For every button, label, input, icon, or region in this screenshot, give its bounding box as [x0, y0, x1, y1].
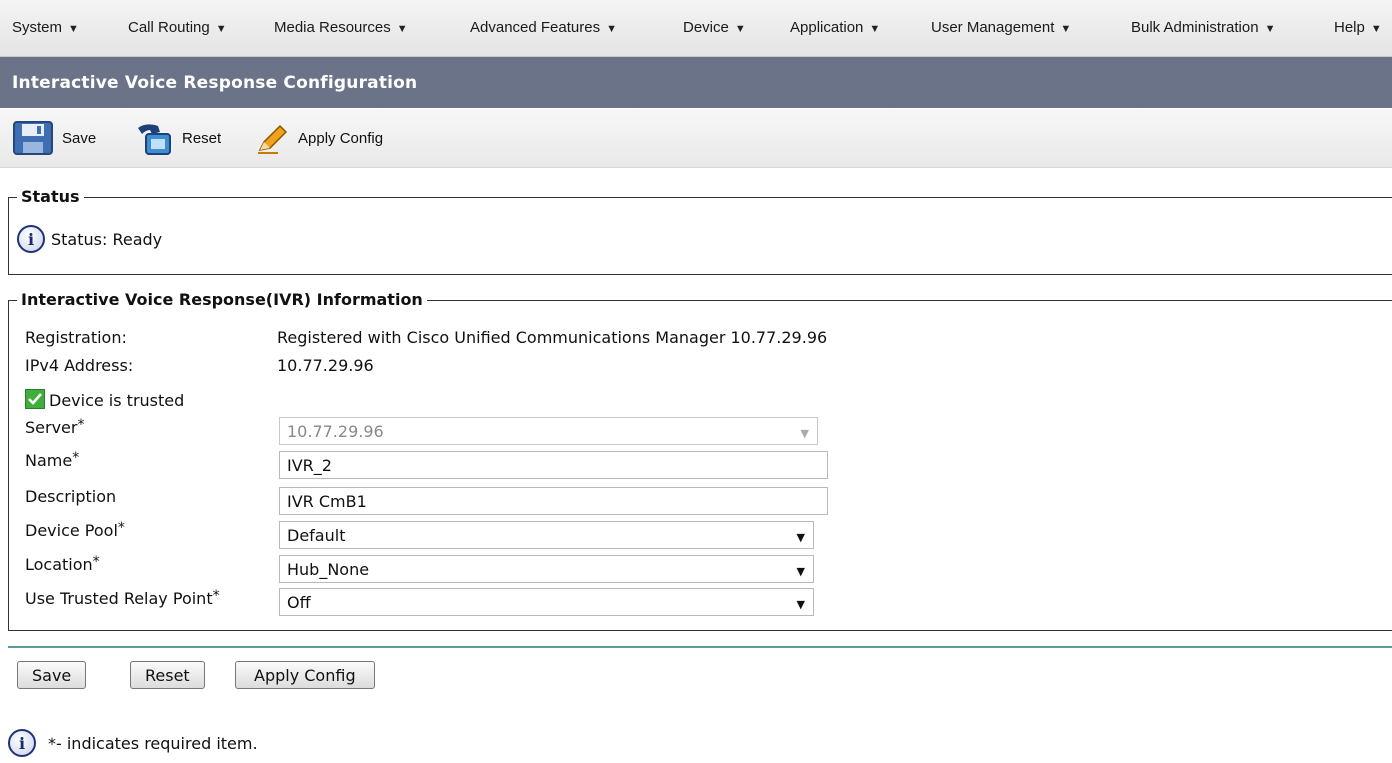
info-icon: i — [17, 225, 45, 253]
device-pool-label-row: Device Pool* — [25, 520, 125, 540]
required-note: i *- indicates required item. — [8, 729, 258, 757]
toolbar-reset-label: Reset — [182, 129, 222, 147]
trusted-relay-point-label-row: Use Trusted Relay Point* — [25, 588, 220, 608]
location-select-value: Hub_None — [287, 559, 370, 579]
trusted-relay-point-select-value: Off — [287, 592, 311, 612]
caret-down-icon: ▼ — [1060, 23, 1072, 35]
description-label: Description — [25, 487, 117, 506]
menu-user-management-label: User Management — [931, 19, 1055, 36]
page-title-bar: Interactive Voice Response Configuration — [0, 57, 1392, 108]
ivr-information-section: Interactive Voice Response(IVR) Informat… — [8, 290, 1392, 631]
ipv4-address-label: IPv4 Address: — [25, 356, 134, 375]
toolbar-save-label: Save — [62, 129, 97, 147]
menu-advanced-features-label: Advanced Features — [470, 19, 601, 36]
name-input-value: IVR_2 — [287, 455, 332, 475]
server-select-value: 10.77.29.96 — [287, 421, 384, 441]
required-marker: * — [72, 450, 80, 466]
toolbar-apply-config-button[interactable]: Apply Config — [256, 120, 383, 156]
checkmark-icon — [25, 389, 45, 409]
reset-button[interactable]: Reset — [130, 661, 205, 689]
required-marker: * — [117, 520, 125, 536]
status-section: Status i Status: Ready — [8, 187, 1392, 275]
ivr-information-legend: Interactive Voice Response(IVR) Informat… — [17, 290, 427, 309]
info-icon: i — [8, 729, 36, 757]
menu-device[interactable]: Device ▼ — [683, 19, 746, 36]
name-label-row: Name* — [25, 450, 79, 470]
required-note-text: *- indicates required item. — [48, 733, 258, 753]
toolbar-reset-button[interactable]: Reset — [132, 120, 221, 156]
required-marker: * — [77, 417, 85, 433]
caret-down-icon: ▼ — [396, 23, 408, 35]
menu-media-resources[interactable]: Media Resources ▼ — [274, 19, 408, 36]
menu-application[interactable]: Application ▼ — [790, 19, 880, 36]
menu-call-routing[interactable]: Call Routing ▼ — [128, 19, 227, 36]
caret-down-icon: ▼ — [68, 23, 79, 35]
name-label: Name — [25, 451, 73, 470]
section-divider — [8, 646, 1392, 648]
menu-system-label: System — [12, 19, 63, 36]
menu-advanced-features[interactable]: Advanced Features ▼ — [470, 19, 617, 36]
caret-down-icon: ▼ — [1370, 23, 1382, 35]
description-input[interactable]: IVR CmB1 — [279, 487, 828, 515]
required-marker: * — [92, 554, 100, 570]
device-pool-select-value: Default — [287, 525, 346, 545]
menu-application-label: Application — [790, 19, 864, 36]
device-pool-select[interactable]: Default ▼ — [279, 521, 814, 549]
caret-down-icon: ▼ — [215, 23, 227, 35]
server-label-row: Server* — [25, 417, 84, 437]
location-label-row: Location* — [25, 554, 100, 574]
menu-call-routing-label: Call Routing — [128, 19, 210, 36]
ipv4-address-value: 10.77.29.96 — [277, 356, 374, 375]
reset-phone-icon — [138, 124, 171, 155]
menu-media-resources-label: Media Resources — [274, 19, 391, 36]
server-select[interactable]: 10.77.29.96 ▼ — [279, 417, 818, 445]
server-label: Server — [25, 418, 78, 437]
status-legend: Status — [17, 187, 84, 206]
menu-bulk-administration[interactable]: Bulk Administration ▼ — [1131, 19, 1275, 36]
chevron-down-icon: ▼ — [796, 598, 805, 611]
location-select[interactable]: Hub_None ▼ — [279, 555, 814, 583]
device-trusted-label: Device is trusted — [49, 391, 185, 410]
menu-bar: System ▼ Call Routing ▼ Media Resources ▼ A… — [0, 0, 1392, 57]
chevron-down-icon: ▼ — [796, 531, 805, 544]
trusted-relay-point-label: Use Trusted Relay Point — [25, 589, 213, 608]
trusted-relay-point-select[interactable]: Off ▼ — [279, 588, 814, 616]
registration-label: Registration: — [25, 328, 127, 347]
status-row: i Status: Ready — [17, 225, 162, 253]
caret-down-icon: ▼ — [869, 23, 881, 35]
required-marker: * — [212, 588, 220, 604]
caret-down-icon: ▼ — [606, 23, 617, 35]
menu-help[interactable]: Help ▼ — [1334, 19, 1382, 36]
menu-device-label: Device — [683, 19, 729, 36]
caret-down-icon: ▼ — [734, 23, 746, 35]
status-text: Status: Ready — [51, 229, 163, 249]
toolbar-apply-config-label: Apply Config — [298, 129, 384, 147]
apply-config-button[interactable]: Apply Config — [235, 661, 375, 689]
chevron-down-icon: ▼ — [800, 427, 809, 440]
save-button[interactable]: Save — [17, 661, 87, 689]
chevron-down-icon: ▼ — [796, 565, 805, 578]
menu-user-management[interactable]: User Management ▼ — [931, 19, 1071, 36]
caret-down-icon: ▼ — [1264, 23, 1276, 35]
toolbar: Save Reset Apply Config — [0, 109, 1392, 168]
menu-system[interactable]: System ▼ — [12, 19, 79, 36]
toolbar-save-button[interactable]: Save — [12, 120, 96, 156]
description-input-value: IVR CmB1 — [287, 491, 367, 511]
device-trusted-row: Device is trusted — [25, 389, 184, 410]
name-input[interactable]: IVR_2 — [279, 451, 828, 479]
location-label: Location — [25, 555, 93, 574]
menu-bulk-administration-label: Bulk Administration — [1131, 19, 1259, 36]
registration-value: Registered with Cisco Unified Communicat… — [277, 328, 828, 347]
floppy-disk-icon — [13, 121, 53, 155]
menu-help-label: Help — [1334, 19, 1365, 36]
device-pool-label: Device Pool — [25, 521, 118, 540]
page-title: Interactive Voice Response Configuration — [12, 73, 418, 93]
pencil-icon — [258, 124, 288, 154]
